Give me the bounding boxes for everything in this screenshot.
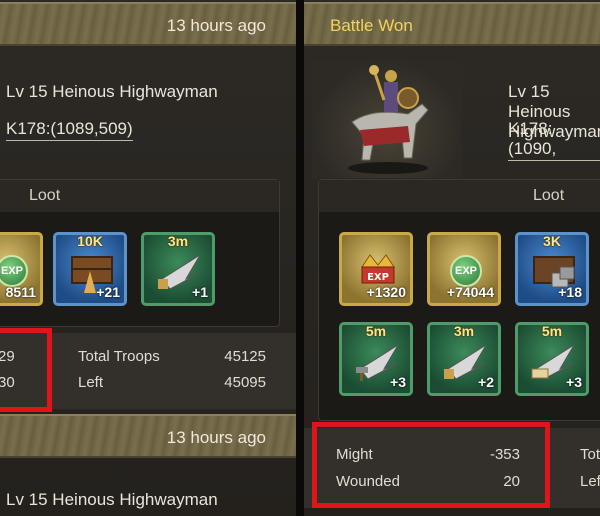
report-time: 13 hours ago xyxy=(166,16,266,35)
loot-qty: +18 xyxy=(558,284,582,300)
highlight-box xyxy=(312,422,550,508)
loot-item-speedup[interactable]: 5m +3 xyxy=(515,322,589,396)
battle-won-title: Battle Won xyxy=(330,16,413,35)
stat-value: 45095 xyxy=(224,374,266,391)
loot-qty: +2 xyxy=(478,374,494,390)
loot-qty: +3 xyxy=(390,374,406,390)
loot-item-food-crate[interactable]: 10K +21 xyxy=(53,232,127,306)
loot-title: Loot xyxy=(0,180,279,212)
loot-qty: 8511 xyxy=(5,284,36,300)
svg-text:EXP: EXP xyxy=(367,272,389,283)
loot-qty: +21 xyxy=(96,284,120,300)
loot-tag: 3m xyxy=(453,323,475,339)
stat-label: Total Troops xyxy=(78,348,160,365)
loot-tag: 5m xyxy=(365,323,387,339)
loot-tag: 10K xyxy=(77,233,103,249)
panel-divider xyxy=(296,0,304,516)
stat-label: Lef xyxy=(580,473,600,490)
right-report-panel: Battle Won Lv 15 Heinous Highwayman K178… xyxy=(304,0,600,516)
loot-tag: 3K xyxy=(543,233,561,249)
target-coords-link[interactable]: K178:(1090, xyxy=(508,119,600,161)
target-coords-link[interactable]: K178:(1089,509) xyxy=(6,119,133,141)
loot-title: Loot xyxy=(319,180,600,212)
left-report-panel: 13 hours ago Lv 15 Heinous Highwayman K1… xyxy=(0,0,296,516)
exp-icon: EXP xyxy=(450,255,482,287)
hero-portrait xyxy=(312,60,462,178)
report-header[interactable]: Battle Won xyxy=(304,2,600,46)
highlight-box xyxy=(0,328,52,412)
report-header[interactable]: 13 hours ago xyxy=(0,414,296,458)
loot-item-exp-crown[interactable]: EXP +1320 xyxy=(339,232,413,306)
loot-panel: Loot EXP 8511 10K +21 3m +1 xyxy=(0,179,280,327)
mounted-knight-icon xyxy=(348,65,429,174)
loot-qty: +1320 xyxy=(366,284,406,300)
loot-item-speedup[interactable]: 3m +2 xyxy=(427,322,501,396)
loot-item-stone-crate[interactable]: 3K +18 xyxy=(515,232,589,306)
loot-panel: Loot EXP +1320 EXP +74044 3K +18 5m +3 3… xyxy=(318,179,600,421)
loot-item-speedup[interactable]: 5m +3 xyxy=(339,322,413,396)
target-name: Lv 15 Heinous Highwayman xyxy=(6,490,218,509)
stat-value: 45125 xyxy=(224,348,266,365)
stat-label: Tot xyxy=(580,446,600,463)
report-header[interactable]: 13 hours ago xyxy=(0,2,296,46)
loot-tag: 5m xyxy=(541,323,563,339)
report-time: 13 hours ago xyxy=(166,428,266,447)
loot-qty: +1 xyxy=(192,284,208,300)
stat-label: Left xyxy=(78,374,104,391)
loot-item-exp[interactable]: EXP 8511 xyxy=(0,232,43,306)
loot-item-speedup[interactable]: 3m +1 xyxy=(141,232,215,306)
loot-qty: +3 xyxy=(566,374,582,390)
loot-item-exp[interactable]: EXP +74044 xyxy=(427,232,501,306)
loot-tag: 3m xyxy=(167,233,189,249)
loot-qty: +74044 xyxy=(446,284,494,300)
target-name: Lv 15 Heinous Highwayman xyxy=(6,82,218,101)
exp-icon: EXP xyxy=(0,255,28,287)
